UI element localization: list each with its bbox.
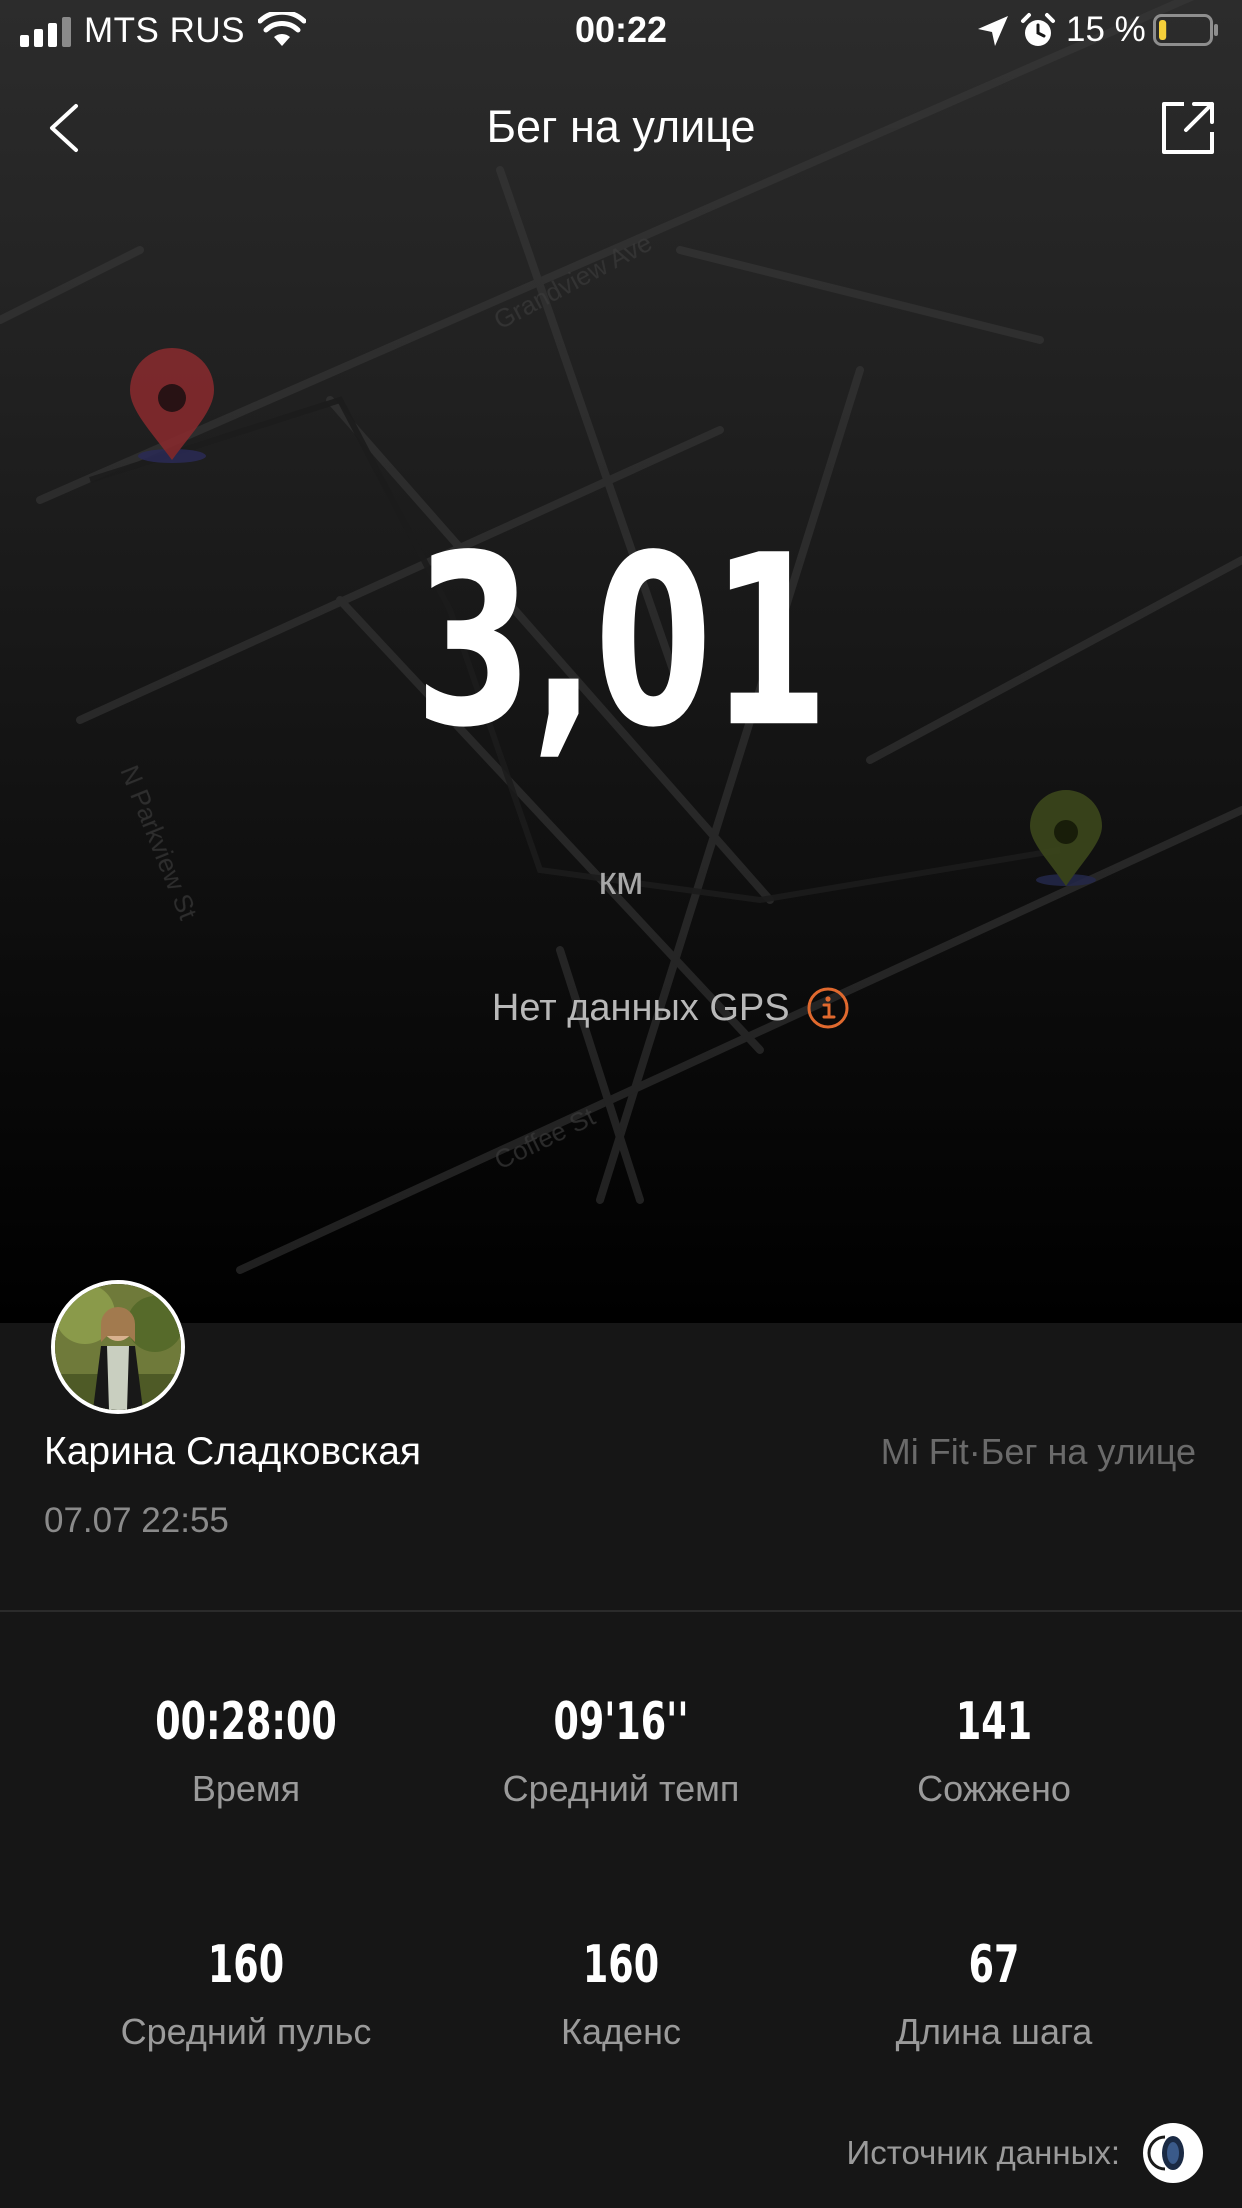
- user-name: Карина Сладковская: [44, 1430, 422, 1473]
- stat-avg-pace: 09'16'' Средний темп: [421, 1690, 821, 1812]
- stat-avg-heart-rate: 160 Средний пульс: [46, 1933, 446, 2055]
- distance-value: 3,01: [414, 504, 829, 780]
- stat-label: Длина шага: [895, 2011, 1093, 2052]
- stat-value: 160: [207, 1935, 285, 1995]
- alarm-clock-icon: [1021, 13, 1055, 46]
- stat-label: Каденс: [561, 2011, 681, 2052]
- stat-value: 160: [582, 1935, 660, 1995]
- street-label: Grandview Ave: [489, 227, 657, 335]
- share-button[interactable]: [1156, 96, 1220, 160]
- distance-unit: км: [598, 859, 644, 903]
- stat-value: 09'16'': [553, 1692, 689, 1752]
- gps-notice-text: Нет данных GPS: [491, 987, 790, 1029]
- stat-value: 00:28:00: [155, 1692, 337, 1752]
- carrier-name: MTS RUS: [84, 11, 245, 50]
- stat-label: Средний темп: [502, 1768, 740, 1809]
- location-arrow-icon: [978, 16, 1008, 46]
- info-icon[interactable]: [806, 986, 850, 1030]
- cellular-signal-icon: [20, 17, 74, 47]
- stat-stride-length: 67 Длина шага: [794, 1933, 1194, 2055]
- end-pin-icon: [1030, 790, 1102, 886]
- stat-value: 141: [955, 1692, 1033, 1752]
- divider: [0, 1610, 1242, 1612]
- status-bar: MTS RUS 00:22 15 %: [0, 0, 1242, 62]
- workout-source: Mi Fit·Бег на улице: [880, 1431, 1196, 1472]
- workout-date: 07.07 22:55: [44, 1501, 229, 1540]
- street-label: Coffee St: [489, 1101, 600, 1176]
- map-header: Grandview Ave N Parkview St Coffee St MT…: [0, 0, 1242, 1323]
- street-label: N Parkview St: [114, 761, 203, 924]
- stat-time: 00:28:00 Время: [46, 1690, 446, 1812]
- data-source-label: Источник данных:: [846, 2134, 1121, 2171]
- stat-value: 67: [968, 1935, 1020, 1995]
- back-button[interactable]: [40, 100, 90, 156]
- stat-label: Время: [191, 1768, 301, 1809]
- stat-calories: 141 Сожжено: [794, 1690, 1194, 1812]
- gps-notice: Нет данных GPS: [421, 980, 921, 1036]
- stat-label: Средний пульс: [120, 2011, 372, 2052]
- battery-percent: 15 %: [1066, 10, 1146, 49]
- page-title: Бег на улице: [486, 101, 756, 152]
- fitness-band-icon[interactable]: [1143, 2123, 1203, 2183]
- stat-cadence: 160 Каденс: [421, 1933, 821, 2055]
- battery-icon: [1153, 14, 1218, 46]
- wifi-icon: [258, 12, 306, 46]
- stat-label: Сожжено: [917, 1768, 1071, 1809]
- avatar[interactable]: [51, 1280, 185, 1414]
- status-time: 00:22: [574, 9, 668, 50]
